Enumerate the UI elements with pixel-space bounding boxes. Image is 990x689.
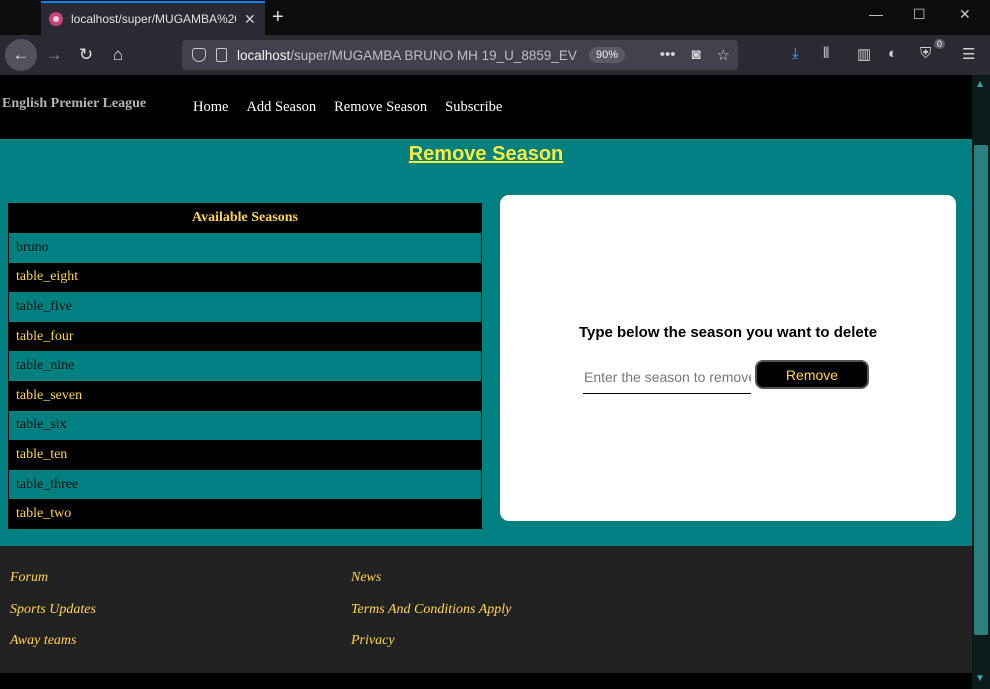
seasons-heading: Available Seasons [192, 210, 298, 225]
seasons-table: Available Seasons bruno table_eight tabl… [8, 203, 482, 529]
window-close-icon[interactable]: ✕ [959, 6, 971, 23]
bottom-strip [0, 673, 972, 689]
footer-link-away-teams[interactable]: Away teams [10, 633, 77, 649]
forward-icon[interactable]: → [38, 39, 70, 71]
extension-icon[interactable]: ⛨ [920, 45, 931, 62]
footer-link-news[interactable]: News [351, 570, 381, 586]
close-tab-icon[interactable]: ✕ [244, 11, 256, 28]
nav-home[interactable]: Home [193, 99, 228, 116]
tracking-protection-icon[interactable] [192, 48, 206, 62]
new-tab-icon[interactable]: + [272, 6, 284, 28]
favicon-icon [49, 12, 63, 26]
tab-title: localhost/super/MUGAMBA%20BRUNO [71, 12, 236, 26]
scroll-thumb[interactable] [974, 145, 988, 635]
page-viewport: English Premier League Home Add Season R… [0, 75, 972, 689]
sidebar-icon[interactable]: ▥ [857, 45, 871, 63]
table-row: table_nine [9, 351, 481, 381]
nav-subscribe[interactable]: Subscribe [445, 99, 502, 116]
remove-label: Type below the season you want to delete [578, 324, 878, 341]
footer-link-forum[interactable]: Forum [10, 570, 48, 586]
remove-button[interactable]: Remove [755, 360, 869, 389]
table-row: table_two [9, 499, 481, 529]
back-icon[interactable]: ← [5, 39, 37, 71]
minimize-icon[interactable]: — [869, 6, 883, 22]
site-footer: Forum Sports Updates Away teams News Ter… [0, 546, 972, 673]
table-row: table_seven [9, 380, 481, 411]
season-input[interactable] [583, 360, 751, 394]
site-brand[interactable]: English Premier League [2, 96, 146, 112]
table-row: table_three [9, 469, 481, 500]
scroll-down-icon[interactable]: ▼ [975, 673, 985, 684]
reload-icon[interactable]: ↻ [70, 39, 102, 71]
downloads-icon[interactable]: ⤓ [792, 45, 799, 62]
menu-icon[interactable]: ☰ [962, 45, 975, 63]
maximize-icon[interactable]: ☐ [913, 6, 926, 23]
browser-toolbar: ← → ↻ ⌂ localhost/super/MUGAMBA BRUNO MH… [0, 35, 990, 75]
tab-bar: localhost/super/MUGAMBA%20BRUNO ✕ + — ☐ … [0, 0, 990, 35]
table-row: table_six [9, 410, 481, 441]
account-icon[interactable]: ◐ [888, 45, 897, 62]
page-actions-icon[interactable]: ••• [660, 46, 676, 64]
url-text[interactable]: localhost/super/MUGAMBA BRUNO MH 19_U_88… [237, 48, 581, 63]
nav-add-season[interactable]: Add Season [246, 99, 316, 116]
table-row: table_five [9, 292, 481, 322]
page-title: Remove Season [408, 143, 564, 165]
browser-tab[interactable]: localhost/super/MUGAMBA%20BRUNO ✕ [41, 1, 265, 35]
extension-badge: 0 [934, 39, 946, 49]
library-icon[interactable]: ⫴ [823, 45, 829, 62]
address-bar[interactable]: localhost/super/MUGAMBA BRUNO MH 19_U_88… [182, 40, 738, 70]
scroll-up-icon[interactable]: ▲ [975, 79, 985, 90]
table-row: table_eight [9, 262, 481, 293]
remove-season-panel: Type below the season you want to delete… [500, 195, 956, 521]
home-icon[interactable]: ⌂ [102, 39, 134, 71]
footer-link-sports-updates[interactable]: Sports Updates [10, 602, 96, 618]
page-info-icon[interactable] [216, 48, 227, 62]
table-row: bruno [9, 233, 481, 263]
bookmark-star-icon[interactable]: ☆ [717, 46, 730, 64]
footer-link-privacy[interactable]: Privacy [351, 633, 395, 649]
nav-remove-season[interactable]: Remove Season [334, 99, 427, 116]
pocket-icon[interactable]: ◙ [691, 46, 700, 64]
page-scrollbar[interactable]: ▲ ▼ [972, 75, 990, 689]
footer-link-terms[interactable]: Terms And Conditions Apply [351, 602, 511, 618]
zoom-badge[interactable]: 90% [589, 47, 626, 63]
table-row: table_four [9, 321, 481, 352]
site-header: English Premier League Home Add Season R… [0, 75, 972, 139]
table-row: table_ten [9, 440, 481, 470]
site-nav: Home Add Season Remove Season Subscribe [193, 99, 502, 116]
